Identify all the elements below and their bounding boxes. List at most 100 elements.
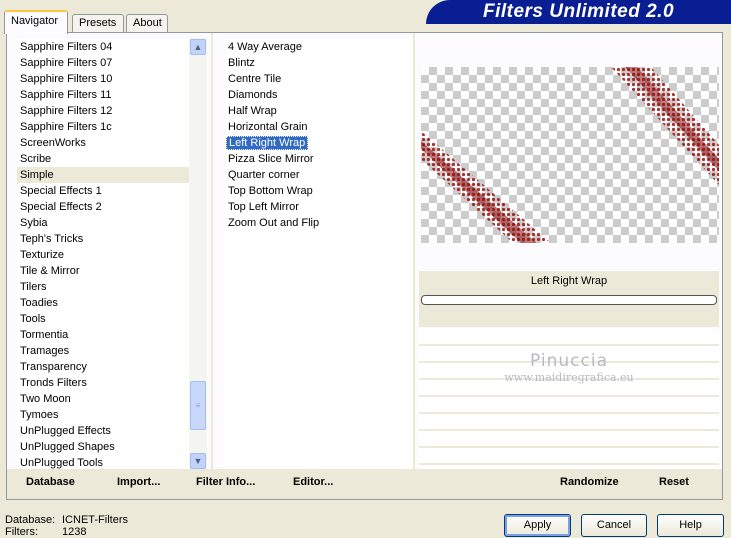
preview-image (421, 67, 719, 243)
navigator-panel: Sapphire Filters 04 Sapphire Filters 07 Sa… (6, 32, 723, 500)
filter-item[interactable]: Centre Tile (225, 71, 413, 87)
category-item-label: Simple (20, 169, 54, 181)
category-item-label: Two Moon (20, 393, 71, 405)
category-item[interactable]: Two Moon (17, 391, 197, 407)
category-item[interactable]: Tronds Filters (17, 375, 197, 391)
filter-item[interactable]: Top Bottom Wrap (225, 183, 413, 199)
divider (413, 33, 415, 469)
category-item-label: UnPlugged Effects (20, 425, 111, 437)
category-item[interactable]: Sapphire Filters 04 (17, 39, 197, 55)
category-item[interactable]: Simple (17, 167, 197, 183)
filter-list[interactable]: 4 Way Average Blintz Centre Tile Diamonds Ha… (225, 39, 413, 471)
category-item[interactable]: UnPlugged Shapes (17, 439, 197, 455)
title-banner: Filters Unlimited 2.0 (426, 0, 731, 24)
category-item-label: Transparency (20, 361, 87, 373)
tab-navigator[interactable]: Navigator (4, 10, 68, 34)
filter-item-label: Quarter corner (228, 169, 300, 181)
category-item[interactable]: Toadies (17, 295, 197, 311)
category-item[interactable]: Sapphire Filters 1c (17, 119, 197, 135)
category-item[interactable]: Scribe (17, 151, 197, 167)
category-item[interactable]: Tramages (17, 343, 197, 359)
filter-item-label: Half Wrap (228, 105, 277, 117)
category-item[interactable]: Sapphire Filters 11 (17, 87, 197, 103)
filter-item-label: Zoom Out and Flip (228, 217, 320, 229)
database-button[interactable]: Database (26, 476, 75, 488)
banner-title: Filters Unlimited 2.0 (482, 1, 675, 22)
filter-item-label: Pizza Slice Mirror (228, 153, 314, 165)
category-item[interactable]: Tile & Mirror (17, 263, 197, 279)
filter-info-button[interactable]: Filter Info... (196, 476, 255, 488)
filter-item-label: 4 Way Average (228, 41, 302, 53)
category-item[interactable]: Sapphire Filters 07 (17, 55, 197, 71)
filter-item[interactable]: Half Wrap (225, 103, 413, 119)
filters-label: Filters: (5, 526, 38, 538)
parameter-row (419, 431, 719, 448)
filter-item-label: Horizontal Grain (228, 121, 308, 133)
filter-item-label: Blintz (228, 57, 255, 69)
filter-item[interactable]: Horizontal Grain (225, 119, 413, 135)
parameter-row (419, 346, 719, 363)
filter-item[interactable]: 4 Way Average (225, 39, 413, 55)
category-item[interactable]: Tilers (17, 279, 197, 295)
tab-about[interactable]: About (126, 14, 168, 32)
category-item[interactable]: Texturize (17, 247, 197, 263)
category-item-label: UnPlugged Shapes (20, 441, 115, 453)
category-item[interactable]: Teph's Tricks (17, 231, 197, 247)
parameter-row (419, 414, 719, 431)
scroll-down-button[interactable]: ▼ (190, 453, 206, 469)
category-item[interactable]: UnPlugged Effects (17, 423, 197, 439)
divider (211, 33, 213, 469)
randomize-button[interactable]: Randomize (560, 476, 619, 488)
filter-item[interactable]: Left Right Wrap (225, 135, 413, 151)
category-item[interactable]: Tymoes (17, 407, 197, 423)
category-item-label: Sybia (20, 217, 48, 229)
filter-item[interactable]: Diamonds (225, 87, 413, 103)
category-list[interactable]: Sapphire Filters 04 Sapphire Filters 07 Sa… (17, 39, 197, 471)
parameter-row (419, 329, 719, 346)
category-item[interactable]: Transparency (17, 359, 197, 375)
category-item[interactable]: Sapphire Filters 12 (17, 103, 197, 119)
parameter-row (419, 448, 719, 465)
database-value: ICNET-Filters (62, 514, 128, 526)
category-item[interactable]: ScreenWorks (17, 135, 197, 151)
editor-button[interactable]: Editor... (293, 476, 333, 488)
filter-item[interactable]: Pizza Slice Mirror (225, 151, 413, 167)
import-button[interactable]: Import... (117, 476, 160, 488)
category-item[interactable]: Tormentia (17, 327, 197, 343)
category-item-label: Special Effects 1 (20, 185, 102, 197)
filter-item[interactable]: Top Left Mirror (225, 199, 413, 215)
tab-presets[interactable]: Presets (72, 14, 124, 32)
filter-item[interactable]: Blintz (225, 55, 413, 71)
cancel-button[interactable]: Cancel (581, 514, 647, 537)
category-item-label: Toadies (20, 297, 58, 309)
scroll-up-button[interactable]: ▲ (190, 39, 206, 55)
filter-item[interactable]: Zoom Out and Flip (225, 215, 413, 231)
filters-count: 1238 (62, 526, 87, 538)
category-item[interactable]: Sybia (17, 215, 197, 231)
scroll-thumb[interactable]: ≡ (190, 381, 206, 430)
current-filter-name: Left Right Wrap (530, 275, 608, 287)
grip-icon: ≡ (195, 401, 201, 410)
category-item-label: Sapphire Filters 10 (20, 73, 113, 85)
help-button[interactable]: Help (657, 514, 724, 537)
category-item[interactable]: Sapphire Filters 10 (17, 71, 197, 87)
category-item-label: Tilers (20, 281, 47, 293)
apply-button[interactable]: Apply (504, 514, 571, 537)
category-item-label: Teph's Tricks (20, 233, 84, 245)
category-scrollbar[interactable]: ▲ ≡ ▼ (189, 38, 207, 470)
category-item-label: Tile & Mirror (20, 265, 80, 277)
reset-button[interactable]: Reset (659, 476, 689, 488)
filter-item-label: Centre Tile (228, 73, 282, 85)
category-item-label: Sapphire Filters 04 (20, 41, 113, 53)
status-info: Database: ICNET-Filters Filters: 1238 (5, 514, 128, 538)
parameter-area (419, 329, 719, 469)
category-item[interactable]: Special Effects 1 (17, 183, 197, 199)
chevron-up-icon: ▲ (193, 42, 203, 52)
category-item-label: Tools (20, 313, 46, 325)
category-item[interactable]: Special Effects 2 (17, 199, 197, 215)
category-item-label: Sapphire Filters 12 (20, 105, 113, 117)
category-item[interactable]: Tools (17, 311, 197, 327)
filter-item-label: Left Right Wrap (226, 136, 309, 150)
filter-item[interactable]: Quarter corner (225, 167, 413, 183)
category-item-label: UnPlugged Tools (20, 457, 103, 469)
